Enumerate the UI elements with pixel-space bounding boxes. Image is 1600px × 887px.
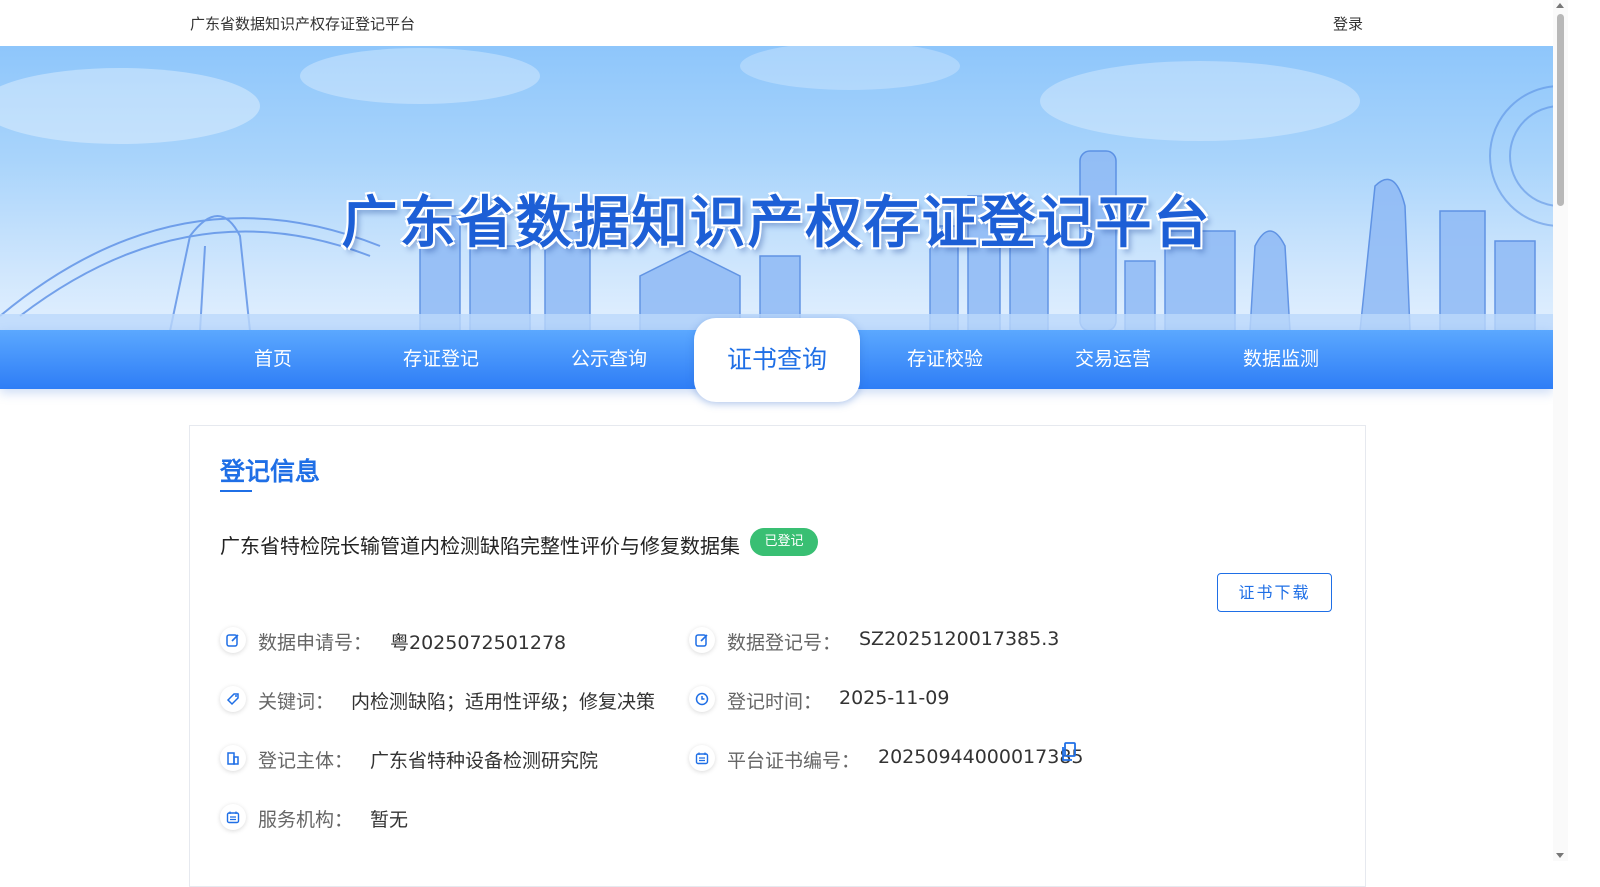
nav-item-home[interactable]: 首页 — [189, 330, 357, 389]
scroll-down-arrow-icon[interactable] — [1556, 853, 1564, 858]
field-value: 粤2025072501278 — [390, 632, 567, 654]
edit-icon — [220, 627, 246, 653]
registration-info-card: 登记信息 广东省特检院长输管道内检测缺陷完整性评价与修复数据集 已登记 证书下载… — [189, 425, 1366, 887]
calendar-icon — [689, 745, 715, 771]
certificate-download-button[interactable]: 证书下载 — [1217, 573, 1332, 612]
scroll-up-arrow-icon[interactable] — [1556, 3, 1564, 8]
field-value: 内检测缺陷；适用性评级；修复决策 — [351, 691, 656, 713]
calendar-icon — [220, 804, 246, 830]
field-label: 平台证书编号： — [727, 750, 861, 772]
top-bar: 广东省数据知识产权存证登记平台 登录 — [0, 0, 1553, 46]
field-value: 暂无 — [370, 809, 409, 831]
page-scrollbar[interactable] — [1553, 0, 1568, 861]
field-label: 登记时间： — [727, 691, 823, 713]
banner-title: 广东省数据知识产权存证登记平台 — [341, 191, 1212, 256]
login-link[interactable]: 登录 — [1333, 13, 1363, 34]
copy-icon[interactable] — [1061, 742, 1077, 767]
nav-item-deposit-register[interactable]: 存证登记 — [357, 330, 525, 389]
field-value: SZ2025120017385.3 — [859, 628, 1060, 650]
scrollbar-thumb[interactable] — [1557, 14, 1564, 206]
tag-icon — [220, 686, 246, 712]
status-badge: 已登记 — [750, 528, 818, 556]
nav-item-deposit-verify[interactable]: 存证校验 — [861, 330, 1029, 389]
field-value: 20250944000017385 — [878, 746, 1084, 768]
field-label: 关键词： — [258, 691, 335, 713]
section-title: 登记信息 — [220, 457, 321, 486]
main-nav: 首页 存证登记 公示查询 证书查询 存证校验 交易运营 数据监测 — [0, 318, 1553, 402]
clock-icon — [689, 686, 715, 712]
nav-item-trade-operation[interactable]: 交易运营 — [1029, 330, 1197, 389]
building-icon — [220, 745, 246, 771]
field-label: 服务机构： — [258, 809, 354, 831]
field-value: 广东省特种设备检测研究院 — [370, 750, 599, 772]
section-title-underline — [220, 490, 252, 492]
nav-item-certificate-query[interactable]: 证书查询 — [694, 318, 860, 402]
field-label: 数据申请号： — [258, 632, 373, 654]
nav-item-public-query[interactable]: 公示查询 — [525, 330, 693, 389]
edit-icon — [689, 627, 715, 653]
field-value: 2025-11-09 — [839, 687, 950, 709]
hero-banner: 广东省数据知识产权存证登记平台 — [0, 46, 1553, 331]
nav-item-data-monitor[interactable]: 数据监测 — [1197, 330, 1365, 389]
dataset-name: 广东省特检院长输管道内检测缺陷完整性评价与修复数据集 — [220, 534, 740, 558]
field-label: 数据登记号： — [727, 632, 842, 654]
site-title[interactable]: 广东省数据知识产权存证登记平台 — [190, 13, 415, 34]
field-label: 登记主体： — [258, 750, 354, 772]
